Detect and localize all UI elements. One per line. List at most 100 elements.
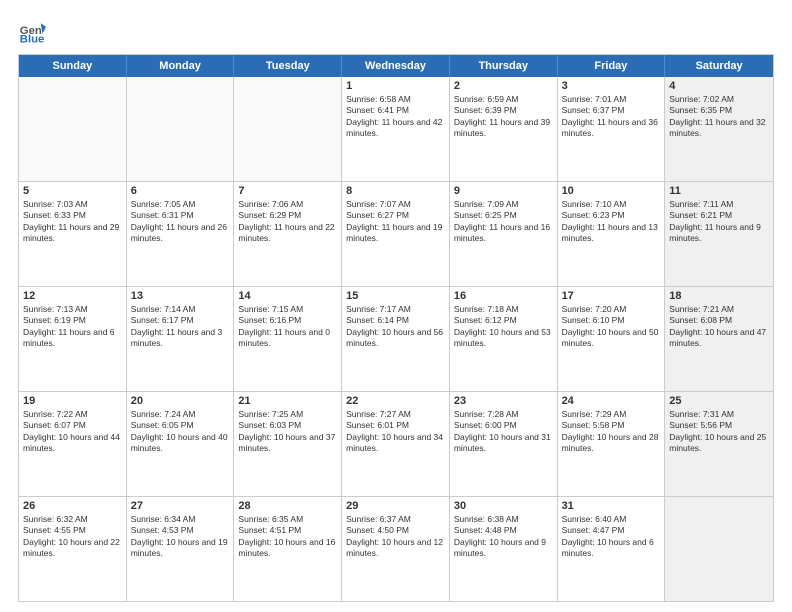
day-header-wednesday: Wednesday <box>342 55 450 77</box>
day-cell: 31Sunrise: 6:40 AMSunset: 4:47 PMDayligh… <box>558 497 666 601</box>
day-cell: 14 Sunrise: 7:15 AMSunset: 6:16 PMDayligh… <box>234 287 342 391</box>
day-info: Sunrise: 7:10 AMSunset: 6:23 PMDaylight:… <box>562 199 661 245</box>
day-info: Sunrise: 7:06 AMSunset: 6:29 PMDaylight:… <box>238 199 337 245</box>
day-cell <box>234 77 342 181</box>
day-number: 5 <box>23 185 122 197</box>
day-number: 1 <box>346 80 445 92</box>
day-number: 11 <box>669 185 769 197</box>
day-cell: 12 Sunrise: 7:13 AMSunset: 6:19 PMDayligh… <box>19 287 127 391</box>
day-number: 8 <box>346 185 445 197</box>
day-number: 9 <box>454 185 553 197</box>
day-cell: 19 Sunrise: 7:22 AMSunset: 6:07 PMDayligh… <box>19 392 127 496</box>
day-info: Sunrise: 7:09 AMSunset: 6:25 PMDaylight:… <box>454 199 553 245</box>
day-header-sunday: Sunday <box>19 55 127 77</box>
day-number: 31 <box>562 500 661 512</box>
day-info: Sunrise: 6:59 AMSunset: 6:39 PMDaylight:… <box>454 94 553 140</box>
day-number: 10 <box>562 185 661 197</box>
day-number: 22 <box>346 395 445 407</box>
day-header-thursday: Thursday <box>450 55 558 77</box>
day-cell: 15 Sunrise: 7:17 AMSunset: 6:14 PMDayligh… <box>342 287 450 391</box>
day-info: Sunrise: 7:22 AMSunset: 6:07 PMDaylight:… <box>23 409 122 455</box>
day-cell: 23 Sunrise: 7:28 AMSunset: 6:00 PMDayligh… <box>450 392 558 496</box>
day-cell: 20 Sunrise: 7:24 AMSunset: 6:05 PMDayligh… <box>127 392 235 496</box>
day-info: Sunrise: 7:25 AMSunset: 6:03 PMDaylight:… <box>238 409 337 455</box>
day-cell: 25 Sunrise: 7:31 AMSunset: 5:56 PMDayligh… <box>665 392 773 496</box>
day-info: Sunrise: 7:02 AMSunset: 6:35 PMDaylight:… <box>669 94 769 140</box>
day-header-saturday: Saturday <box>665 55 773 77</box>
day-info: Sunrise: 7:31 AMSunset: 5:56 PMDaylight:… <box>669 409 769 455</box>
day-info: Sunrise: 7:29 AMSunset: 5:58 PMDaylight:… <box>562 409 661 455</box>
day-number: 26 <box>23 500 122 512</box>
day-info: Sunrise: 7:28 AMSunset: 6:00 PMDaylight:… <box>454 409 553 455</box>
day-number: 12 <box>23 290 122 302</box>
day-cell: 22 Sunrise: 7:27 AMSunset: 6:01 PMDayligh… <box>342 392 450 496</box>
day-info: Sunrise: 6:38 AMSunset: 4:48 PMDaylight:… <box>454 514 553 560</box>
day-info: Sunrise: 7:01 AMSunset: 6:37 PMDaylight:… <box>562 94 661 140</box>
day-cell: 8Sunrise: 7:07 AMSunset: 6:27 PMDaylight… <box>342 182 450 286</box>
day-number: 27 <box>131 500 230 512</box>
day-headers: SundayMondayTuesdayWednesdayThursdayFrid… <box>19 55 773 77</box>
day-info: Sunrise: 7:11 AMSunset: 6:21 PMDaylight:… <box>669 199 769 245</box>
week-row: 12 Sunrise: 7:13 AMSunset: 6:19 PMDayligh… <box>19 287 773 392</box>
day-cell: 9 Sunrise: 7:09 AMSunset: 6:25 PMDaylight… <box>450 182 558 286</box>
week-row: 1 Sunrise: 6:58 AMSunset: 6:41 PMDaylight… <box>19 77 773 182</box>
day-number: 14 <box>238 290 337 302</box>
day-info: Sunrise: 6:37 AMSunset: 4:50 PMDaylight:… <box>346 514 445 560</box>
day-cell <box>665 497 773 601</box>
day-info: Sunrise: 7:20 AMSunset: 6:10 PMDaylight:… <box>562 304 661 350</box>
day-info: Sunrise: 7:14 AMSunset: 6:17 PMDaylight:… <box>131 304 230 350</box>
day-cell: 18Sunrise: 7:21 AMSunset: 6:08 PMDayligh… <box>665 287 773 391</box>
day-number: 7 <box>238 185 337 197</box>
day-cell: 17 Sunrise: 7:20 AMSunset: 6:10 PMDayligh… <box>558 287 666 391</box>
day-cell: 5Sunrise: 7:03 AMSunset: 6:33 PMDaylight… <box>19 182 127 286</box>
day-number: 29 <box>346 500 445 512</box>
page-header: Gen Blue <box>18 18 774 46</box>
day-info: Sunrise: 6:58 AMSunset: 6:41 PMDaylight:… <box>346 94 445 140</box>
day-number: 25 <box>669 395 769 407</box>
day-number: 16 <box>454 290 553 302</box>
day-number: 13 <box>131 290 230 302</box>
logo: Gen Blue <box>18 18 50 46</box>
day-number: 17 <box>562 290 661 302</box>
day-info: Sunrise: 7:27 AMSunset: 6:01 PMDaylight:… <box>346 409 445 455</box>
day-info: Sunrise: 7:13 AMSunset: 6:19 PMDaylight:… <box>23 304 122 350</box>
day-info: Sunrise: 7:15 AMSunset: 6:16 PMDaylight:… <box>238 304 337 350</box>
calendar: SundayMondayTuesdayWednesdayThursdayFrid… <box>18 54 774 602</box>
day-cell: 11 Sunrise: 7:11 AMSunset: 6:21 PMDayligh… <box>665 182 773 286</box>
day-cell: 26 Sunrise: 6:32 AMSunset: 4:55 PMDayligh… <box>19 497 127 601</box>
day-number: 20 <box>131 395 230 407</box>
day-cell: 1 Sunrise: 6:58 AMSunset: 6:41 PMDaylight… <box>342 77 450 181</box>
day-number: 23 <box>454 395 553 407</box>
day-cell: 6 Sunrise: 7:05 AMSunset: 6:31 PMDaylight… <box>127 182 235 286</box>
day-info: Sunrise: 6:32 AMSunset: 4:55 PMDaylight:… <box>23 514 122 560</box>
day-number: 15 <box>346 290 445 302</box>
day-info: Sunrise: 6:34 AMSunset: 4:53 PMDaylight:… <box>131 514 230 560</box>
day-info: Sunrise: 7:05 AMSunset: 6:31 PMDaylight:… <box>131 199 230 245</box>
day-number: 30 <box>454 500 553 512</box>
day-header-tuesday: Tuesday <box>234 55 342 77</box>
day-number: 4 <box>669 80 769 92</box>
day-info: Sunrise: 7:21 AMSunset: 6:08 PMDaylight:… <box>669 304 769 350</box>
day-cell: 21 Sunrise: 7:25 AMSunset: 6:03 PMDayligh… <box>234 392 342 496</box>
day-info: Sunrise: 7:17 AMSunset: 6:14 PMDaylight:… <box>346 304 445 350</box>
day-header-monday: Monday <box>127 55 235 77</box>
calendar-body: 1 Sunrise: 6:58 AMSunset: 6:41 PMDaylight… <box>19 77 773 601</box>
day-info: Sunrise: 6:35 AMSunset: 4:51 PMDaylight:… <box>238 514 337 560</box>
day-cell: 16Sunrise: 7:18 AMSunset: 6:12 PMDayligh… <box>450 287 558 391</box>
day-header-friday: Friday <box>558 55 666 77</box>
day-cell: 7 Sunrise: 7:06 AMSunset: 6:29 PMDaylight… <box>234 182 342 286</box>
svg-text:Blue: Blue <box>20 34 45 46</box>
day-cell: 29 Sunrise: 6:37 AMSunset: 4:50 PMDayligh… <box>342 497 450 601</box>
day-cell: 30 Sunrise: 6:38 AMSunset: 4:48 PMDayligh… <box>450 497 558 601</box>
day-info: Sunrise: 7:24 AMSunset: 6:05 PMDaylight:… <box>131 409 230 455</box>
day-number: 6 <box>131 185 230 197</box>
day-cell: 28Sunrise: 6:35 AMSunset: 4:51 PMDayligh… <box>234 497 342 601</box>
day-number: 21 <box>238 395 337 407</box>
day-cell <box>127 77 235 181</box>
week-row: 19 Sunrise: 7:22 AMSunset: 6:07 PMDayligh… <box>19 392 773 497</box>
day-cell <box>19 77 127 181</box>
day-cell: 13 Sunrise: 7:14 AMSunset: 6:17 PMDayligh… <box>127 287 235 391</box>
day-number: 3 <box>562 80 661 92</box>
day-number: 19 <box>23 395 122 407</box>
week-row: 5Sunrise: 7:03 AMSunset: 6:33 PMDaylight… <box>19 182 773 287</box>
